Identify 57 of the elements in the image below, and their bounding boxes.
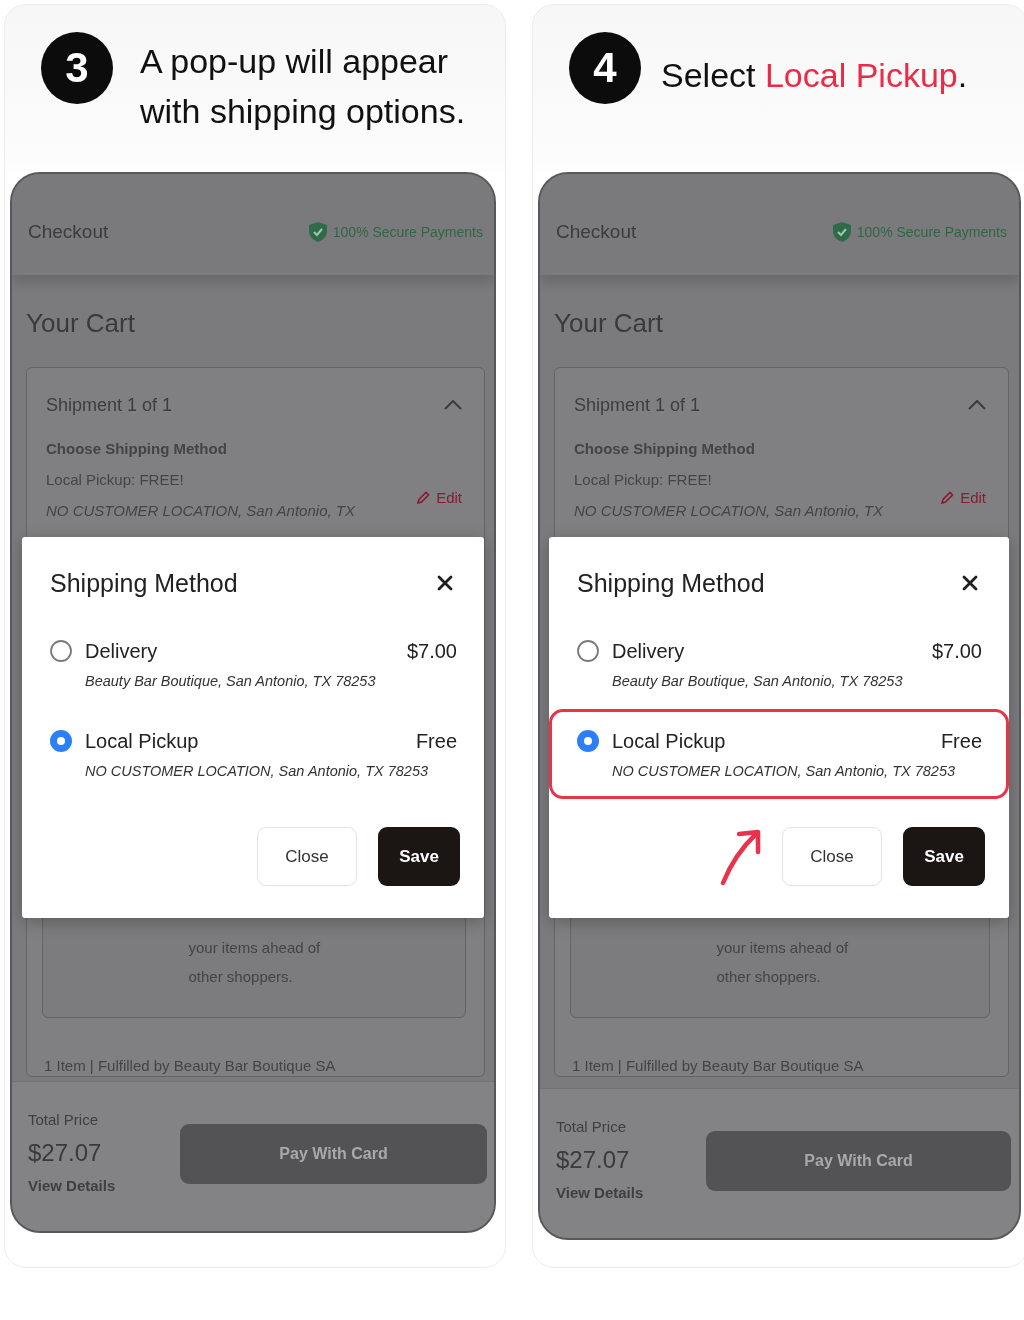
option-address: NO CUSTOMER LOCATION, San Antonio, TX 78253	[611, 762, 957, 781]
total-price: $27.07	[556, 1145, 631, 1175]
radio-button[interactable]	[577, 730, 599, 752]
shipment-title: Shipment 1 of 1	[574, 394, 701, 416]
fulfillment-text: 1 Item | Fulfilled by Beauty Bar Boutique SA	[44, 1056, 337, 1076]
arrow-icon	[719, 827, 763, 886]
option-address: Beauty Bar Boutique, San Antonio, TX 78253	[611, 672, 904, 691]
page-title: Checkout	[556, 220, 637, 243]
fulfillment-text: 1 Item | Fulfilled by Beauty Bar Boutique SA	[572, 1056, 865, 1076]
total-price: $27.07	[28, 1138, 103, 1168]
chevron-up-icon[interactable]	[444, 400, 462, 410]
shield-check-icon	[832, 221, 851, 242]
option-label[interactable]: Delivery	[85, 637, 394, 665]
step-number-badge: 4	[569, 32, 641, 104]
option-price: Free	[940, 729, 982, 754]
page-title: Checkout	[28, 220, 109, 243]
close-button[interactable]: Close	[257, 827, 357, 886]
shipping-address: NO CUSTOMER LOCATION, San Antonio, TX	[46, 501, 355, 521]
pickup-info-text: your items ahead of other shoppers.	[716, 938, 850, 987]
close-icon[interactable]	[437, 575, 453, 591]
pencil-icon	[941, 491, 955, 504]
shipping-method-value: Local Pickup: FREE!	[46, 470, 185, 490]
total-label: Total Price	[556, 1117, 628, 1137]
modal-title: Shipping Method	[577, 568, 765, 599]
close-button[interactable]: Close	[782, 827, 882, 886]
option-label[interactable]: Local Pickup	[612, 727, 928, 755]
option-price: $7.00	[931, 639, 982, 664]
save-button[interactable]: Save	[903, 827, 985, 886]
option-label[interactable]: Delivery	[612, 637, 919, 665]
chevron-up-icon[interactable]	[968, 400, 986, 410]
modal-title: Shipping Method	[50, 568, 238, 599]
option-price: Free	[415, 729, 457, 754]
radio-button[interactable]	[577, 640, 599, 662]
cart-heading: Your Cart	[26, 307, 136, 340]
option-address: Beauty Bar Boutique, San Antonio, TX 78253	[84, 672, 377, 691]
shipping-method-heading: Choose Shipping Method	[574, 439, 756, 459]
option-price: $7.00	[406, 639, 457, 664]
shipping-address: NO CUSTOMER LOCATION, San Antonio, TX	[574, 501, 883, 521]
option-address: NO CUSTOMER LOCATION, San Antonio, TX 78253	[84, 762, 430, 781]
instruction-text: A pop-up will appear with shipping options.	[140, 41, 467, 132]
save-button[interactable]: Save	[378, 827, 460, 886]
secure-payments-label: 100% Secure Payments	[332, 223, 483, 240]
radio-button[interactable]	[50, 640, 72, 662]
shipping-method-heading: Choose Shipping Method	[46, 439, 228, 459]
shipment-title: Shipment 1 of 1	[46, 394, 173, 416]
instruction-text: Select Local Pickup.	[661, 55, 968, 96]
radio-button[interactable]	[50, 730, 72, 752]
secure-payments-label: 100% Secure Payments	[856, 223, 1007, 240]
step-number-badge: 3	[41, 32, 113, 104]
shield-check-icon	[308, 221, 327, 242]
pickup-info-text: your items ahead of other shoppers.	[188, 938, 322, 987]
pencil-icon	[417, 491, 431, 504]
total-label: Total Price	[28, 1110, 100, 1130]
option-label[interactable]: Local Pickup	[85, 727, 403, 755]
cart-heading: Your Cart	[554, 307, 664, 340]
shipping-method-value: Local Pickup: FREE!	[574, 470, 713, 490]
close-icon[interactable]	[962, 575, 978, 591]
